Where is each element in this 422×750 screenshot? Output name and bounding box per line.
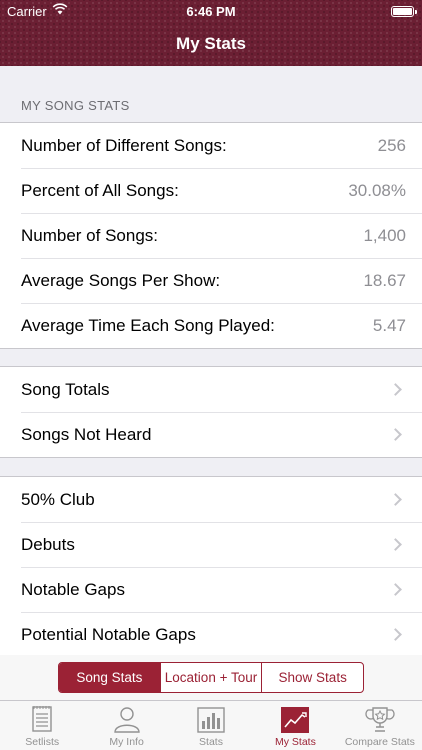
page-title: My Stats bbox=[176, 34, 246, 53]
song-lists-group: Song Totals Songs Not Heard bbox=[0, 366, 422, 458]
tab-setlists[interactable]: Setlists bbox=[0, 701, 84, 750]
chevron-right-icon bbox=[389, 383, 402, 396]
tab-label: Compare Stats bbox=[344, 736, 415, 748]
stat-value: 256 bbox=[377, 135, 406, 155]
row-debuts[interactable]: Debuts bbox=[0, 522, 422, 567]
stat-value: 30.08% bbox=[348, 180, 406, 200]
tab-my-info[interactable]: My Info bbox=[84, 701, 168, 750]
stat-label: Average Time Each Song Played: bbox=[21, 315, 275, 335]
status-bar: Carrier 6:46 PM bbox=[0, 0, 422, 22]
trophy-icon bbox=[365, 707, 395, 732]
row-potential-notable-gaps[interactable]: Potential Notable Gaps bbox=[0, 612, 422, 657]
tab-label: Stats bbox=[199, 736, 223, 748]
stat-label: Number of Songs: bbox=[21, 225, 159, 245]
stat-value: 5.47 bbox=[372, 315, 406, 335]
stat-label: Average Songs Per Show: bbox=[21, 270, 221, 290]
setlist-icon bbox=[32, 706, 52, 732]
stat-row-number-songs: Number of Songs: 1,400 bbox=[0, 213, 422, 258]
battery-icon bbox=[391, 6, 417, 17]
tab-bar: Setlists My Info Stats My Stats Compare … bbox=[0, 700, 422, 750]
segment-song-stats[interactable]: Song Stats bbox=[59, 663, 160, 692]
row-notable-gaps[interactable]: Notable Gaps bbox=[0, 567, 422, 612]
chevron-right-icon bbox=[389, 583, 402, 596]
row-label: 50% Club bbox=[21, 489, 95, 509]
section-header-label: MY SONG STATS bbox=[21, 98, 130, 113]
row-songs-not-heard[interactable]: Songs Not Heard bbox=[0, 412, 422, 457]
stat-value: 1,400 bbox=[363, 225, 406, 245]
section-header-song-stats: MY SONG STATS bbox=[0, 66, 422, 122]
segment-location-tour[interactable]: Location + Tour bbox=[159, 663, 262, 692]
tab-my-stats[interactable]: My Stats bbox=[253, 701, 337, 750]
chevron-right-icon bbox=[389, 428, 402, 441]
tab-label: My Stats bbox=[275, 736, 316, 748]
row-label: Notable Gaps bbox=[21, 579, 125, 599]
tab-stats[interactable]: Stats bbox=[169, 701, 253, 750]
row-label: Song Totals bbox=[21, 379, 110, 399]
chevron-right-icon bbox=[389, 628, 402, 641]
segment-bar: Song Stats Location + Tour Show Stats bbox=[0, 655, 422, 700]
song-stats-group: Number of Different Songs: 256 Percent o… bbox=[0, 122, 422, 349]
song-extras-group: 50% Club Debuts Notable Gaps Potential N… bbox=[0, 476, 422, 657]
row-label: Debuts bbox=[21, 534, 75, 554]
person-icon bbox=[113, 707, 140, 733]
stat-row-avg-songs-per-show: Average Songs Per Show: 18.67 bbox=[0, 258, 422, 303]
nav-header: Carrier 6:46 PM My Stats bbox=[0, 0, 422, 66]
row-song-totals[interactable]: Song Totals bbox=[0, 367, 422, 412]
segment-show-stats[interactable]: Show Stats bbox=[261, 663, 363, 692]
chevron-right-icon bbox=[389, 538, 402, 551]
stat-label: Number of Different Songs: bbox=[21, 135, 227, 155]
row-label: Songs Not Heard bbox=[21, 424, 152, 444]
stats-segmented-control: Song Stats Location + Tour Show Stats bbox=[58, 662, 364, 693]
stat-row-avg-time-played: Average Time Each Song Played: 5.47 bbox=[0, 303, 422, 348]
stat-value: 18.67 bbox=[363, 270, 406, 290]
status-time: 6:46 PM bbox=[186, 4, 236, 19]
chevron-right-icon bbox=[389, 493, 402, 506]
stat-label: Percent of All Songs: bbox=[21, 180, 179, 200]
tab-compare-stats[interactable]: Compare Stats bbox=[338, 701, 422, 750]
row-50-club[interactable]: 50% Club bbox=[0, 477, 422, 522]
tab-label: Setlists bbox=[25, 736, 60, 748]
tab-label: My Info bbox=[109, 736, 144, 748]
stat-row-percent-songs: Percent of All Songs: 30.08% bbox=[0, 168, 422, 213]
row-label: Potential Notable Gaps bbox=[21, 624, 196, 644]
stat-row-different-songs: Number of Different Songs: 256 bbox=[0, 123, 422, 168]
trend-chart-icon bbox=[281, 707, 310, 733]
bar-chart-icon bbox=[197, 707, 225, 733]
